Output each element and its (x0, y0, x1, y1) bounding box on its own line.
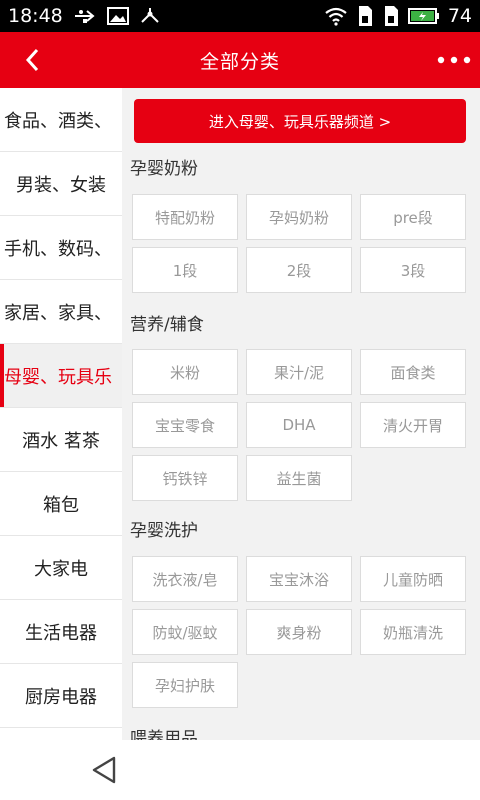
category-tag[interactable]: 2段 (246, 247, 352, 293)
sim-card-icon (382, 5, 400, 27)
section-title: 营养/辅食 (130, 315, 204, 335)
page-title: 全部分类 (199, 50, 280, 73)
sidebar-item-label: 厨房电器 (25, 686, 97, 708)
sidebar-item-label: 大家电 (34, 558, 88, 580)
tag-grid: 特配奶粉 孕妈奶粉 pre段 1段 2段 3段 (132, 194, 468, 293)
section-title: 孕婴洗护 (130, 521, 198, 541)
category-tag[interactable]: 洗衣液/皂 (132, 556, 238, 602)
section-title: 孕婴奶粉 (130, 159, 198, 179)
header-bar: 全部分类 (0, 32, 480, 88)
category-tag[interactable]: 爽身粉 (246, 609, 352, 655)
sidebar-item-label: 生活电器 (25, 622, 97, 644)
category-tag[interactable]: 儿童防晒 (360, 556, 466, 602)
enter-channel-button[interactable]: 进入母婴、玩具乐器频道 > (134, 99, 466, 143)
image-icon (106, 7, 129, 25)
category-tag[interactable]: 益生菌 (246, 455, 352, 501)
sidebar-item-label: 男装、女装 (16, 174, 106, 196)
back-button[interactable] (18, 46, 46, 74)
category-content: 进入母婴、玩具乐器频道 > 孕婴奶粉 特配奶粉 孕妈奶粉 pre段 1段 2段 … (122, 88, 480, 740)
tag-grid: 洗衣液/皂 宝宝沐浴 儿童防晒 防蚊/驱蚊 爽身粉 奶瓶清洗 孕妇护肤 (132, 556, 468, 708)
category-tag[interactable]: 清火开胃 (360, 402, 466, 448)
sidebar-item-home[interactable]: 家居、家具、 (0, 280, 122, 344)
sidebar-item-appliances[interactable]: 大家电 (0, 536, 122, 600)
sidebar-item-label: 家居、家具、 (4, 302, 112, 324)
category-tag[interactable]: 宝宝零食 (132, 402, 238, 448)
section-title: 喂养用品 (130, 729, 198, 740)
sidebar-item-baby[interactable]: 母婴、玩具乐 (0, 344, 122, 408)
sidebar-item-life-appliances[interactable]: 生活电器 (0, 600, 122, 664)
category-tag[interactable]: pre段 (360, 194, 466, 240)
sim-card-icon (356, 5, 374, 27)
nav-back-button[interactable] (88, 754, 120, 786)
battery-icon (407, 7, 440, 25)
more-dots-icon (437, 56, 471, 64)
sidebar-item-label: 母婴、玩具乐 (4, 366, 112, 388)
category-sidebar: 食品、酒类、 男装、女装 手机、数码、 家居、家具、 母婴、玩具乐 酒水 茗茶 … (0, 88, 122, 740)
navigation-bar (0, 740, 480, 800)
sidebar-item-food[interactable]: 食品、酒类、 (0, 88, 122, 152)
category-tag[interactable]: 3段 (360, 247, 466, 293)
category-tag[interactable]: 钙铁锌 (132, 455, 238, 501)
wifi-icon (324, 6, 348, 26)
battery-level: 74 (447, 5, 472, 27)
sidebar-item-phones[interactable]: 手机、数码、 (0, 216, 122, 280)
category-tag[interactable]: 防蚊/驱蚊 (132, 609, 238, 655)
tag-grid: 米粉 果汁/泥 面食类 宝宝零食 DHA 清火开胃 钙铁锌 益生菌 (132, 349, 468, 501)
category-tag[interactable]: 奶瓶清洗 (360, 609, 466, 655)
sidebar-item-clothing[interactable]: 男装、女装 (0, 152, 122, 216)
category-tag[interactable]: 果汁/泥 (246, 349, 352, 395)
sidebar-item-label: 食品、酒类、 (4, 110, 112, 132)
sidebar-item-label: 手机、数码、 (4, 238, 112, 260)
category-tag[interactable]: 特配奶粉 (132, 194, 238, 240)
sidebar-item-bags[interactable]: 箱包 (0, 472, 122, 536)
chevron-left-icon (25, 48, 39, 72)
category-tag[interactable]: 1段 (132, 247, 238, 293)
share-icon (139, 6, 161, 26)
sidebar-item-label: 酒水 茗茶 (22, 430, 100, 452)
more-button[interactable] (434, 46, 474, 74)
status-time: 18:48 (8, 5, 63, 27)
usb-icon (73, 8, 97, 24)
status-bar: 18:48 74 (0, 0, 480, 32)
triangle-back-icon (92, 756, 116, 784)
category-tag[interactable]: 面食类 (360, 349, 466, 395)
sidebar-item-label: 箱包 (43, 494, 79, 516)
sidebar-item-drinks[interactable]: 酒水 茗茶 (0, 408, 122, 472)
category-tag[interactable]: 孕妈奶粉 (246, 194, 352, 240)
sidebar-item-kitchen[interactable]: 厨房电器 (0, 664, 122, 728)
category-tag[interactable]: 米粉 (132, 349, 238, 395)
category-tag[interactable]: 宝宝沐浴 (246, 556, 352, 602)
category-tag[interactable]: DHA (246, 402, 352, 448)
category-tag[interactable]: 孕妇护肤 (132, 662, 238, 708)
